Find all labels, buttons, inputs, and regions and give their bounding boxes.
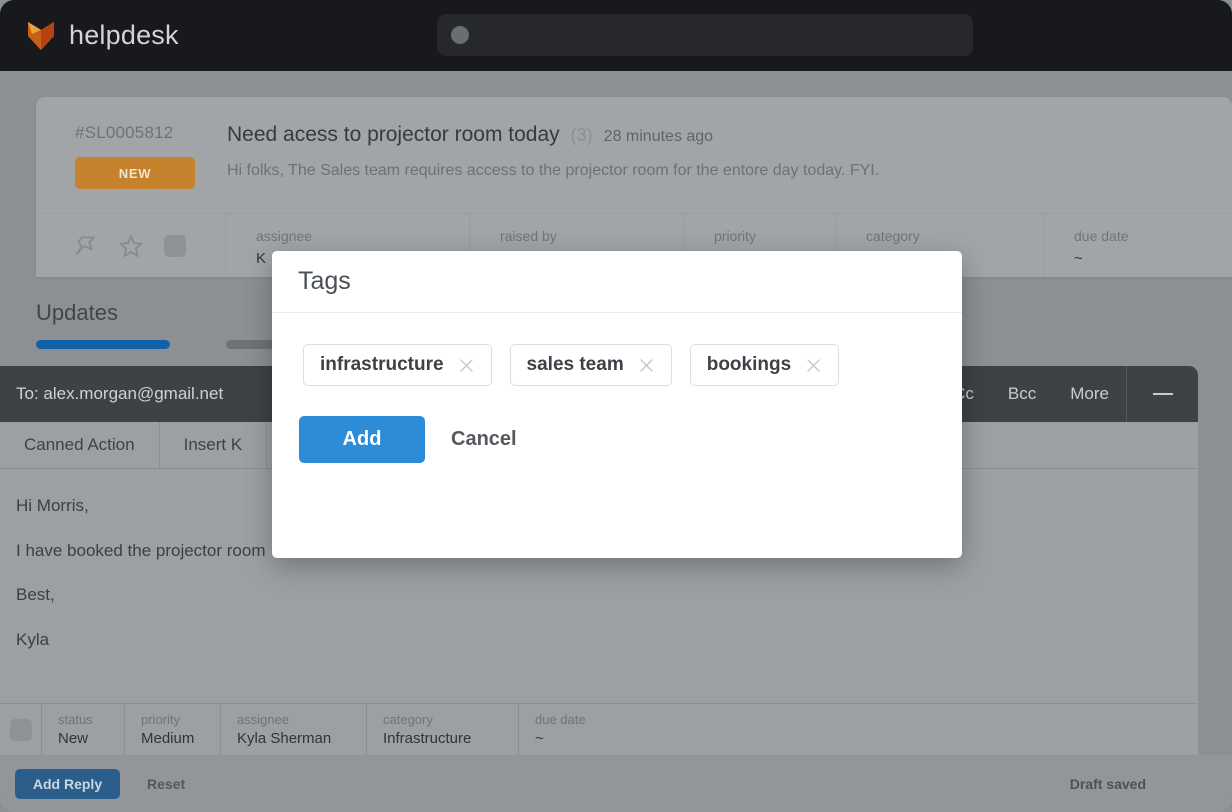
bottom-action-bar: Add Reply Reset Draft saved bbox=[0, 755, 1232, 812]
meta-raised-by-label: raised by bbox=[500, 228, 557, 244]
more-button[interactable]: More bbox=[1053, 384, 1126, 404]
bottom-status-value: New bbox=[58, 730, 89, 747]
tag-square-icon bbox=[9, 718, 32, 741]
tag-chip[interactable]: infrastructure bbox=[303, 344, 492, 386]
ticket-summary: #SL0005812 NEW Need acess to projector r… bbox=[36, 97, 1232, 213]
top-navigation-bar: helpdesk bbox=[0, 0, 1232, 71]
tags-modal-body: infrastructure sales team bookings bbox=[272, 313, 962, 386]
bottom-meta-due-date[interactable]: due date ~ bbox=[519, 704, 1198, 755]
ticket-id-column: #SL0005812 NEW bbox=[36, 123, 226, 213]
bottom-status-label: status bbox=[58, 712, 93, 727]
meta-due-date-value: ~ bbox=[1074, 250, 1083, 267]
ticket-card: #SL0005812 NEW Need acess to projector r… bbox=[36, 97, 1232, 277]
bottom-priority-label: priority bbox=[141, 712, 181, 727]
tag-chip[interactable]: sales team bbox=[509, 344, 672, 386]
tag-chip-list: infrastructure sales team bookings bbox=[303, 344, 923, 386]
meta-priority-label: priority bbox=[714, 228, 757, 244]
status-badge[interactable]: NEW bbox=[75, 157, 195, 189]
tags-modal-header: Tags bbox=[272, 251, 962, 313]
tags-modal: Tags infrastructure sales team bookings … bbox=[272, 251, 962, 558]
add-button[interactable]: Add bbox=[299, 416, 425, 463]
fox-logo-icon bbox=[28, 21, 54, 50]
bottom-priority-value: Medium bbox=[141, 730, 195, 747]
bottom-assignee-label: assignee bbox=[237, 712, 290, 727]
ticket-description: Hi folks, The Sales team requires access… bbox=[227, 162, 880, 179]
tab-updates-active[interactable] bbox=[36, 340, 170, 349]
meta-due-date-label: due date bbox=[1074, 228, 1129, 244]
meta-category-label: category bbox=[866, 228, 920, 244]
tag-square-icon[interactable] bbox=[164, 234, 186, 257]
bottom-assignee-value: Kyla Sherman bbox=[237, 730, 332, 747]
bottom-due-date-label: due date bbox=[535, 712, 586, 727]
bottom-category-value: Infrastructure bbox=[383, 730, 472, 747]
ticket-title-row: Need acess to projector room today (3) 2… bbox=[227, 123, 1232, 147]
page-title[interactable]: Need acess to projector room today bbox=[227, 123, 560, 147]
reply-to-field[interactable]: To: alex.morgan@gmail.net bbox=[0, 384, 223, 404]
reply-header-actions: Cc Bcc More bbox=[936, 366, 1198, 422]
tags-modal-footer: Add Cancel bbox=[272, 386, 962, 463]
tag-chip[interactable]: bookings bbox=[689, 344, 840, 386]
pin-icon[interactable] bbox=[72, 233, 98, 259]
draft-status-text: Draft saved bbox=[1069, 775, 1146, 792]
canned-action-button[interactable]: Canned Action bbox=[0, 422, 160, 468]
insert-knowledge-button[interactable]: Insert K bbox=[160, 422, 268, 468]
body-line-signoff: Best, bbox=[16, 585, 55, 605]
close-icon[interactable] bbox=[458, 357, 475, 374]
search-icon bbox=[451, 26, 469, 44]
minimize-icon bbox=[1152, 393, 1173, 395]
ticket-main: Need acess to projector room today (3) 2… bbox=[226, 123, 1232, 213]
tag-chip-label: bookings bbox=[706, 354, 792, 375]
reply-meta-row: status New priority Medium assignee Kyla… bbox=[0, 703, 1198, 755]
body-line-name: Kyla bbox=[16, 629, 50, 649]
star-icon[interactable] bbox=[118, 233, 144, 259]
bottom-category-label: category bbox=[383, 712, 433, 727]
bottom-meta-status[interactable]: status New bbox=[42, 704, 125, 755]
bcc-button[interactable]: Bcc bbox=[991, 384, 1053, 404]
app-root: helpdesk #SL0005812 NEW Need acess to pr… bbox=[0, 0, 1232, 812]
close-icon[interactable] bbox=[638, 357, 655, 374]
tags-modal-title: Tags bbox=[298, 267, 351, 295]
reset-button[interactable]: Reset bbox=[120, 776, 185, 792]
bottom-due-date-value: ~ bbox=[535, 730, 544, 747]
ticket-id: #SL0005812 bbox=[75, 123, 174, 142]
meta-assignee-label: assignee bbox=[256, 228, 313, 244]
ticket-icon-group bbox=[36, 214, 226, 277]
brand-name: helpdesk bbox=[69, 20, 179, 50]
ticket-timestamp: 28 minutes ago bbox=[603, 128, 714, 145]
add-reply-button[interactable]: Add Reply bbox=[15, 768, 120, 799]
minimize-button[interactable] bbox=[1126, 366, 1198, 422]
bottom-meta-assignee[interactable]: assignee Kyla Sherman bbox=[221, 704, 367, 755]
bottom-meta-icon-cell[interactable] bbox=[0, 704, 42, 755]
cancel-button[interactable]: Cancel bbox=[425, 428, 517, 451]
bottom-meta-priority[interactable]: priority Medium bbox=[125, 704, 221, 755]
close-icon[interactable] bbox=[805, 357, 822, 374]
meta-due-date[interactable]: due date ~ bbox=[1044, 214, 1232, 277]
tag-chip-label: infrastructure bbox=[320, 354, 444, 375]
brand-logo[interactable]: helpdesk bbox=[0, 20, 179, 52]
tag-chip-label: sales team bbox=[526, 354, 624, 375]
comment-count: (3) bbox=[570, 125, 593, 145]
bottom-meta-category[interactable]: category Infrastructure bbox=[367, 704, 519, 755]
search-input[interactable] bbox=[437, 14, 973, 56]
